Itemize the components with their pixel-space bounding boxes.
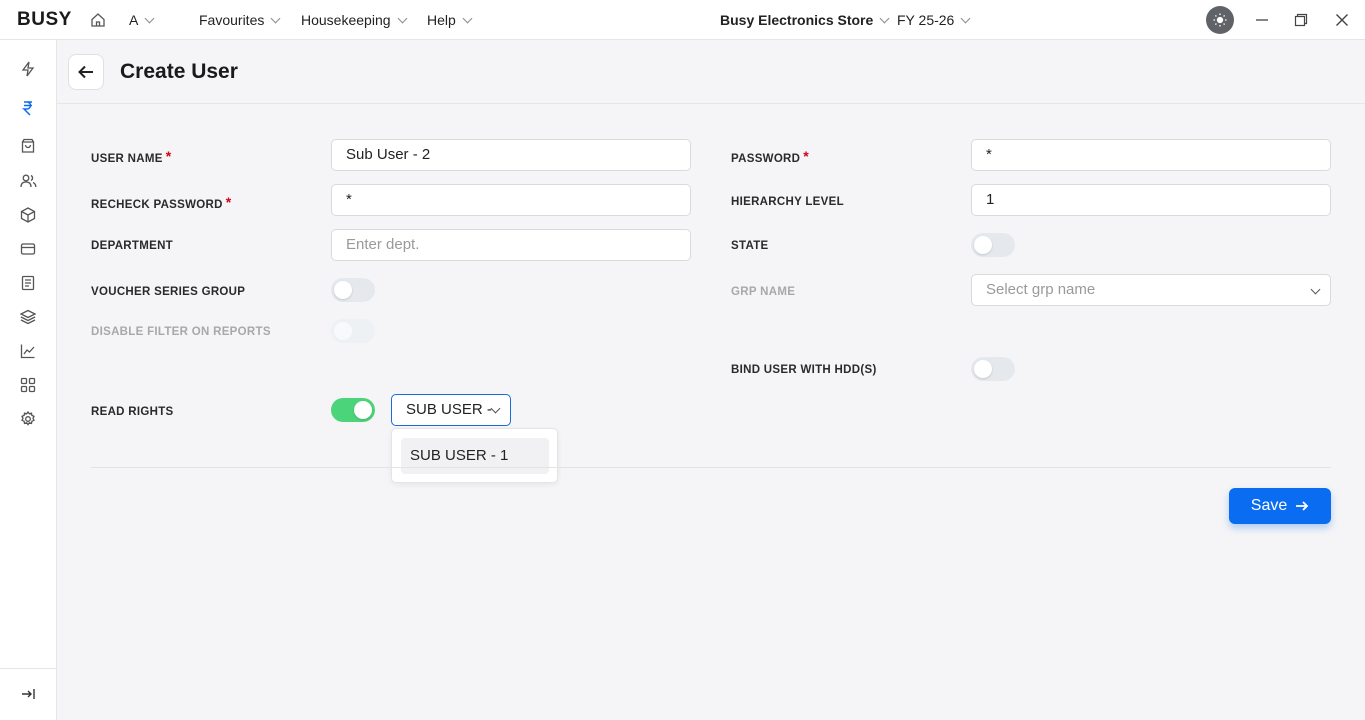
- users-icon: [19, 174, 36, 188]
- menu-label: Housekeeping: [301, 12, 391, 28]
- sidebar-item-users[interactable]: [19, 172, 37, 190]
- home-icon[interactable]: [90, 12, 106, 28]
- save-button[interactable]: Save: [1229, 488, 1331, 524]
- voucher-series-group-label: VOUCHER SERIES GROUP: [91, 286, 246, 298]
- user-menu[interactable]: A: [129, 12, 155, 28]
- label-text: RECHECK PASSWORD: [91, 199, 223, 211]
- voucher-series-group-toggle[interactable]: [331, 278, 375, 302]
- sidebar-item-reports[interactable]: [19, 342, 37, 360]
- sidebar-item-finance[interactable]: [19, 99, 37, 117]
- theme-toggle-button[interactable]: [1206, 6, 1234, 34]
- sidebar: [0, 40, 57, 720]
- arrow-left-icon: [78, 65, 93, 79]
- menu-favourites[interactable]: Favourites: [199, 12, 281, 28]
- close-button[interactable]: [1332, 10, 1352, 30]
- company-name: Busy Electronics Store: [720, 12, 874, 28]
- gear-icon: [21, 411, 35, 426]
- company-selector[interactable]: Busy Electronics Store: [720, 12, 890, 28]
- save-label: Save: [1250, 497, 1288, 514]
- shopping-bag-icon: [21, 138, 35, 153]
- lightning-icon: [21, 61, 35, 77]
- fiscal-year: FY 25-26: [897, 12, 955, 28]
- sidebar-item-layers[interactable]: [19, 308, 37, 326]
- expand-icon: [22, 689, 35, 699]
- menu-housekeeping[interactable]: Housekeeping: [301, 12, 407, 28]
- user-name-input[interactable]: Sub User - 2: [331, 139, 691, 171]
- department-label: DEPARTMENT: [91, 240, 174, 252]
- sidebar-item-documents[interactable]: [19, 274, 37, 292]
- read-rights-dropdown: SUB USER - 1: [391, 428, 558, 483]
- label-text: USER NAME: [91, 153, 163, 165]
- restore-icon: [1294, 13, 1308, 27]
- chevron-down-icon: [397, 13, 407, 23]
- state-toggle[interactable]: [971, 233, 1015, 257]
- back-button[interactable]: [68, 54, 104, 90]
- chevron-down-icon: [144, 13, 155, 23]
- password-label: PASSWORD *: [731, 148, 810, 165]
- close-icon: [1336, 14, 1348, 26]
- label-text: PASSWORD: [731, 153, 801, 165]
- read-rights-label: READ RIGHTS: [91, 406, 174, 418]
- page-header: Create User: [57, 40, 1365, 104]
- selected-value: SUB USER -: [406, 401, 492, 418]
- required-marker: *: [803, 148, 810, 164]
- package-icon: [20, 207, 36, 223]
- minimize-button[interactable]: [1252, 10, 1272, 30]
- top-bar: BUSY A Favourites Housekeeping Help Busy…: [0, 0, 1365, 40]
- user-initial: A: [129, 12, 139, 28]
- department-input[interactable]: Enter dept.: [331, 229, 691, 261]
- chevron-down-icon: [270, 13, 281, 23]
- recheck-password-label: RECHECK PASSWORD *: [91, 194, 232, 211]
- layers-icon: [20, 309, 36, 325]
- credit-card-icon: [20, 243, 36, 255]
- chevron-down-icon: [462, 13, 473, 23]
- grp-name-select[interactable]: Select grp name: [971, 274, 1331, 306]
- chevron-down-icon: [879, 13, 890, 23]
- menu-label: Favourites: [199, 12, 265, 28]
- dropdown-option[interactable]: SUB USER - 1: [401, 438, 549, 474]
- state-label: STATE: [731, 240, 769, 252]
- bind-user-hdd-label: BIND USER WITH HDD(S): [731, 364, 877, 376]
- menu-help[interactable]: Help: [427, 12, 473, 28]
- bind-user-hdd-toggle[interactable]: [971, 357, 1015, 381]
- sidebar-item-settings[interactable]: [19, 410, 37, 428]
- required-marker: *: [225, 194, 232, 210]
- fiscal-year-selector[interactable]: FY 25-26: [897, 12, 971, 28]
- required-marker: *: [165, 148, 172, 164]
- expand-sidebar-button[interactable]: [19, 685, 37, 703]
- sidebar-item-dashboard[interactable]: [19, 60, 37, 78]
- page-title: Create User: [120, 60, 238, 83]
- disable-filter-toggle: [331, 319, 375, 343]
- arrow-right-icon: [1296, 501, 1309, 511]
- recheck-password-input[interactable]: *: [331, 184, 691, 216]
- read-rights-toggle[interactable]: [331, 398, 375, 422]
- sidebar-footer: [0, 668, 57, 720]
- app-logo[interactable]: BUSY: [17, 9, 72, 31]
- menu-label: Help: [427, 12, 456, 28]
- user-name-label: USER NAME *: [91, 148, 172, 165]
- chevron-down-icon: [960, 13, 971, 23]
- sidebar-item-sales[interactable]: [19, 137, 37, 155]
- sidebar-item-payments[interactable]: [19, 240, 37, 258]
- grid-icon: [20, 377, 36, 393]
- sun-icon: [1213, 13, 1227, 27]
- grp-name-label: GRP NAME: [731, 286, 796, 298]
- form-divider: [91, 467, 1331, 468]
- sidebar-item-apps[interactable]: [19, 376, 37, 394]
- minimize-icon: [1256, 19, 1268, 21]
- disable-filter-label: DISABLE FILTER ON REPORTS: [91, 326, 271, 338]
- hierarchy-level-input[interactable]: 1: [971, 184, 1331, 216]
- restore-button[interactable]: [1291, 10, 1311, 30]
- line-chart-icon: [20, 344, 35, 359]
- rupee-icon: [22, 101, 32, 116]
- password-input[interactable]: *: [971, 139, 1331, 171]
- sidebar-item-inventory[interactable]: [19, 206, 37, 224]
- hierarchy-level-label: HIERARCHY LEVEL: [731, 196, 844, 208]
- document-icon: [21, 275, 35, 291]
